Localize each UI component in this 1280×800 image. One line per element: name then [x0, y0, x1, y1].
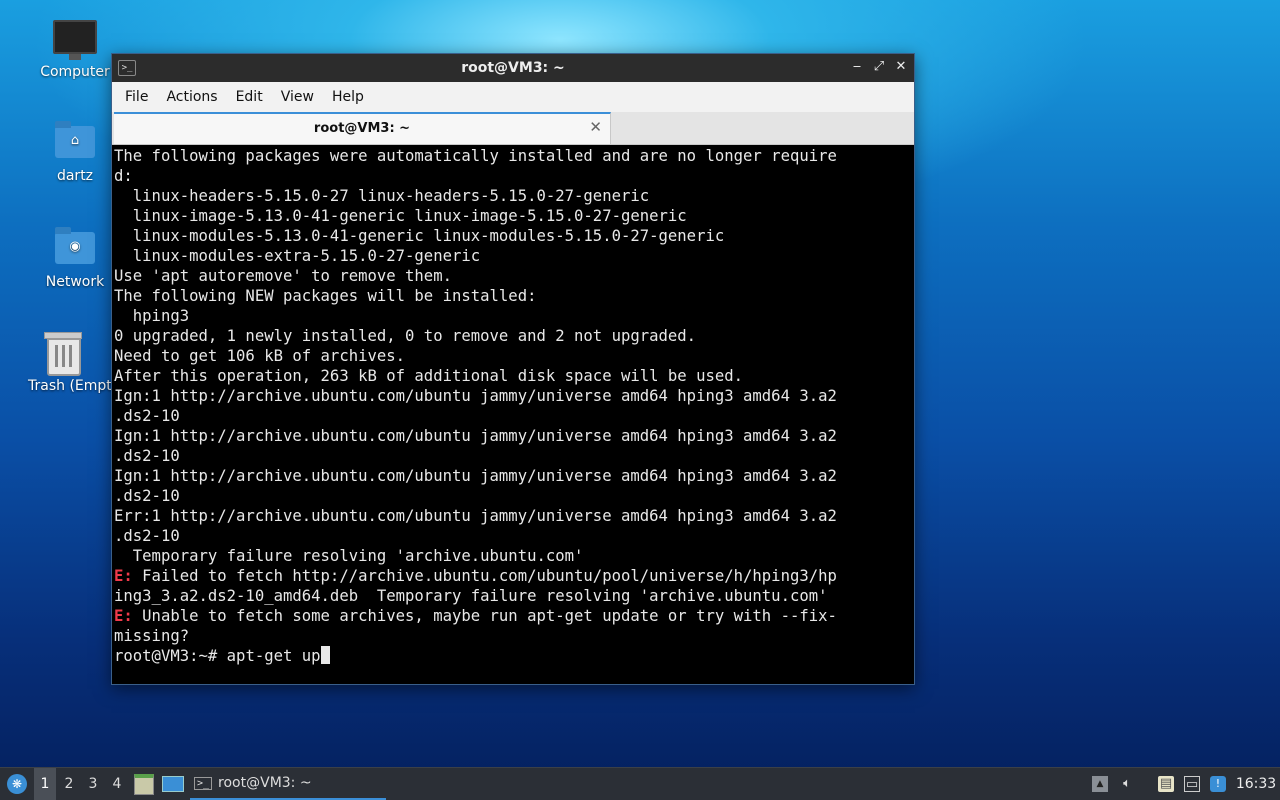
terminal-line: Temporary failure resolving 'archive.ubu…	[114, 546, 912, 566]
tab-terminal[interactable]: root@VM3: ~ ✕	[114, 112, 611, 144]
tab-title: root@VM3: ~	[313, 121, 411, 136]
error-prefix: E:	[114, 607, 133, 625]
clock[interactable]: 16:33	[1236, 768, 1276, 800]
terminal-line-text: missing?	[114, 627, 190, 645]
terminal-line-text: .ds2-10	[114, 407, 180, 425]
terminal-line: .ds2-10	[114, 406, 912, 426]
terminal-line-text: .ds2-10	[114, 447, 180, 465]
terminal-line: After this operation, 263 kB of addition…	[114, 366, 912, 386]
workspace-2[interactable]: 2	[58, 768, 80, 800]
terminal-line-text: Ign:1 http://archive.ubuntu.com/ubuntu j…	[114, 467, 837, 485]
terminal-line-text: The following packages were automaticall…	[114, 147, 837, 165]
terminal-line: hping3	[114, 306, 912, 326]
tray-arrow-icon[interactable]: ▲	[1092, 776, 1108, 792]
start-menu-icon: ❋	[7, 774, 27, 794]
terminal-line: Ign:1 http://archive.ubuntu.com/ubuntu j…	[114, 386, 912, 406]
terminal-line: ing3_3.a2.ds2-10_amd64.deb Temporary fai…	[114, 586, 912, 606]
terminal-line: .ds2-10	[114, 446, 912, 466]
terminal-line-text: hping3	[114, 307, 190, 325]
network-icon[interactable]: ▭	[1184, 776, 1200, 792]
terminal-line: E: Failed to fetch http://archive.ubuntu…	[114, 566, 912, 586]
error-prefix: E:	[114, 567, 133, 585]
terminal-window[interactable]: >_ root@VM3: ~ ‒ ⤢ ✕ File Actions Edit V…	[111, 53, 915, 685]
file-manager-icon	[134, 773, 154, 795]
window-title: root@VM3: ~	[461, 60, 565, 76]
workspace-4[interactable]: 4	[106, 768, 128, 800]
volume-icon[interactable]: 🔈︎	[1119, 776, 1135, 792]
terminal-line-text: Unable to fetch some archives, maybe run…	[132, 607, 837, 625]
tab-close-icon[interactable]: ✕	[589, 118, 602, 136]
terminal-line-text: .ds2-10	[114, 527, 180, 545]
taskbar: ❋ 1 2 3 4 >_ root@VM3: ~ ▲ 🔈︎ ▤ ▭ ! 16:3…	[0, 767, 1280, 800]
terminal-line: Need to get 106 kB of archives.	[114, 346, 912, 366]
terminal-line-text: Need to get 106 kB of archives.	[114, 347, 406, 365]
start-menu-button[interactable]: ❋	[4, 768, 30, 800]
terminal-line-text: Err:1 http://archive.ubuntu.com/ubuntu j…	[114, 507, 837, 525]
show-desktop-button[interactable]	[162, 768, 184, 800]
terminal-line-text: linux-modules-extra-5.15.0-27-generic	[114, 247, 481, 265]
terminal-line: linux-headers-5.15.0-27 linux-headers-5.…	[114, 186, 912, 206]
menu-edit[interactable]: Edit	[227, 89, 272, 105]
menu-file[interactable]: File	[116, 89, 157, 105]
terminal-line: 0 upgraded, 1 newly installed, 0 to remo…	[114, 326, 912, 346]
window-titlebar[interactable]: >_ root@VM3: ~ ‒ ⤢ ✕	[112, 54, 914, 82]
terminal-line-text: d:	[114, 167, 133, 185]
terminal-line-text: After this operation, 263 kB of addition…	[114, 367, 744, 385]
terminal-prompt-line[interactable]: root@VM3:~# apt-get up	[114, 646, 912, 666]
network-folder-icon: ◉	[53, 226, 97, 270]
tab-bar: root@VM3: ~ ✕	[112, 112, 914, 145]
terminal-line-text: Use 'apt autoremove' to remove them.	[114, 267, 452, 285]
terminal-line: .ds2-10	[114, 526, 912, 546]
terminal-line: linux-modules-5.13.0-41-generic linux-mo…	[114, 226, 912, 246]
text-cursor	[320, 646, 330, 664]
terminal-line: E: Unable to fetch some archives, maybe …	[114, 606, 912, 626]
terminal-line: linux-modules-extra-5.15.0-27-generic	[114, 246, 912, 266]
terminal-line-text: .ds2-10	[114, 487, 180, 505]
menu-bar: File Actions Edit View Help	[112, 82, 914, 112]
shell-prompt: root@VM3:~#	[114, 647, 227, 665]
terminal-line-text: Ign:1 http://archive.ubuntu.com/ubuntu j…	[114, 387, 837, 405]
terminal-line: .ds2-10	[114, 486, 912, 506]
terminal-output[interactable]: The following packages were automaticall…	[114, 146, 912, 682]
desktop-icon-label: Trash (Empty)	[28, 378, 114, 394]
terminal-line-text: Ign:1 http://archive.ubuntu.com/ubuntu j…	[114, 427, 837, 445]
menu-view[interactable]: View	[272, 89, 323, 105]
menu-help[interactable]: Help	[323, 89, 373, 105]
terminal-line-text: linux-image-5.13.0-41-generic linux-imag…	[114, 207, 687, 225]
terminal-line: The following packages were automaticall…	[114, 146, 912, 166]
file-manager-launcher[interactable]	[134, 768, 154, 800]
terminal-line-text: ing3_3.a2.ds2-10_amd64.deb Temporary fai…	[114, 587, 828, 605]
terminal-task-icon: >_	[194, 776, 213, 790]
terminal-line: Err:1 http://archive.ubuntu.com/ubuntu j…	[114, 506, 912, 526]
terminal-line: d:	[114, 166, 912, 186]
terminal-line-text: linux-headers-5.15.0-27 linux-headers-5.…	[114, 187, 650, 205]
workspace-3[interactable]: 3	[82, 768, 104, 800]
terminal-line: The following NEW packages will be insta…	[114, 286, 912, 306]
terminal-line-text: Failed to fetch http://archive.ubuntu.co…	[132, 567, 837, 585]
terminal-line-text: Temporary failure resolving 'archive.ubu…	[114, 547, 584, 565]
terminal-line-text: linux-modules-5.13.0-41-generic linux-mo…	[114, 227, 725, 245]
close-button[interactable]: ✕	[894, 58, 908, 76]
desktop-icon	[162, 776, 184, 792]
workspace-1[interactable]: 1	[34, 768, 56, 800]
terminal-line: linux-image-5.13.0-41-generic linux-imag…	[114, 206, 912, 226]
maximize-button[interactable]: ⤢	[872, 58, 886, 76]
notification-icon[interactable]: !	[1210, 776, 1226, 792]
home-folder-icon: ⌂	[53, 120, 97, 164]
desktop-icon-trash[interactable]: Trash (Empty)	[14, 330, 114, 394]
terminal-line: Use 'apt autoremove' to remove them.	[114, 266, 912, 286]
terminal-line: Ign:1 http://archive.ubuntu.com/ubuntu j…	[114, 426, 912, 446]
minimize-button[interactable]: ‒	[850, 58, 864, 76]
terminal-line: missing?	[114, 626, 912, 646]
task-label: root@VM3: ~	[218, 775, 312, 791]
trash-icon	[42, 330, 86, 376]
taskbar-task-terminal[interactable]: >_ root@VM3: ~	[190, 768, 386, 800]
terminal-line-text: The following NEW packages will be insta…	[114, 287, 537, 305]
terminal-line: Ign:1 http://archive.ubuntu.com/ubuntu j…	[114, 466, 912, 486]
computer-icon	[53, 16, 97, 60]
terminal-line-text: 0 upgraded, 1 newly installed, 0 to remo…	[114, 327, 697, 345]
menu-actions[interactable]: Actions	[157, 89, 226, 105]
clipboard-icon[interactable]: ▤	[1158, 776, 1174, 792]
command-input[interactable]: apt-get up	[227, 647, 321, 665]
